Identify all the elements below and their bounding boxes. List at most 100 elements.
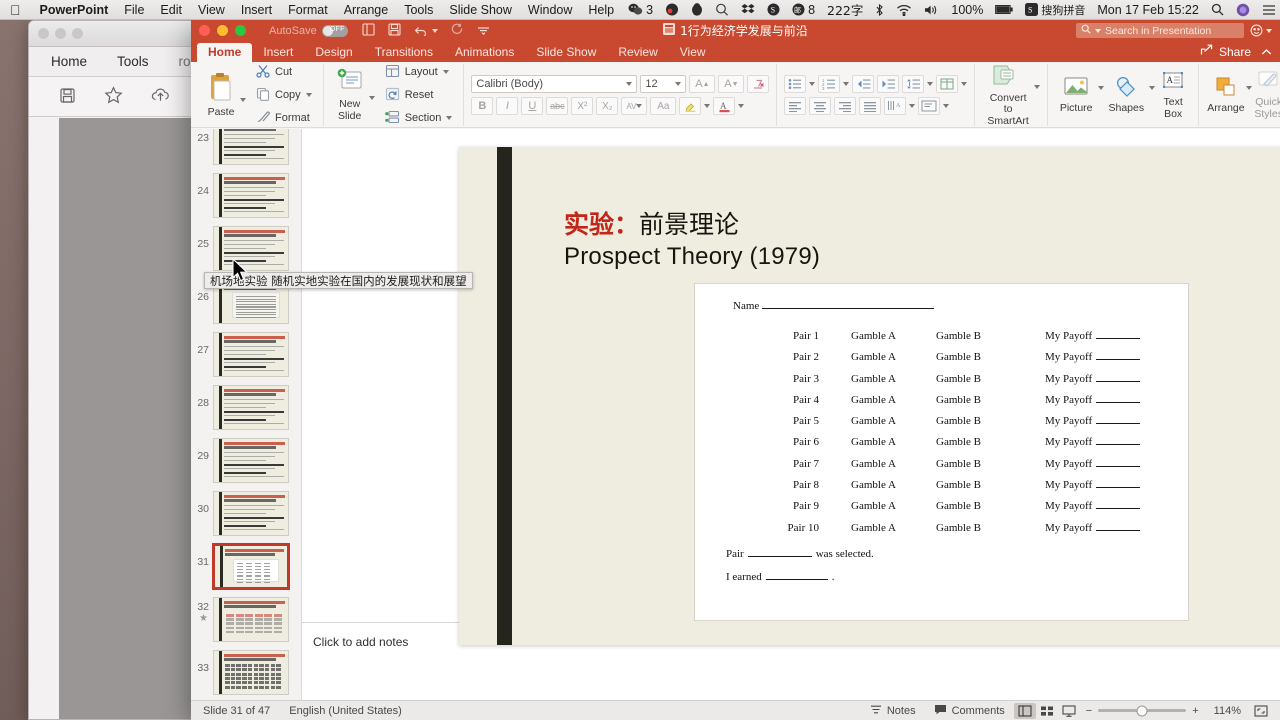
slide-thumbnail-28[interactable]: 28 [191, 381, 301, 434]
highlight-dropdown-caret[interactable] [704, 104, 711, 108]
tab-review[interactable]: Review [607, 43, 668, 62]
recording-icon[interactable] [659, 3, 685, 16]
paste-button[interactable]: Paste [202, 72, 240, 119]
slide-thumbnail-panel[interactable]: 23 24 25 26 27 28 29 30 31 32 ★ 33 [191, 129, 302, 700]
italic-button[interactable]: I [496, 97, 519, 115]
share-button[interactable]: Share [1200, 44, 1272, 62]
redo-icon[interactable] [451, 23, 464, 38]
search-input[interactable]: Search in Presentation [1076, 23, 1244, 38]
zoom-slider[interactable]: − + [1080, 705, 1205, 717]
columns-icon[interactable] [936, 75, 959, 93]
align-text-dropdown-caret[interactable] [943, 104, 950, 108]
align-text-icon[interactable] [918, 97, 941, 115]
apple-icon[interactable]:  [0, 3, 32, 17]
format-painter-button[interactable]: Format [252, 108, 316, 129]
decrease-indent-icon[interactable] [852, 75, 875, 93]
zoom-track[interactable] [1098, 705, 1187, 716]
siri-icon[interactable] [1230, 3, 1256, 17]
text-direction-dropdown-caret[interactable] [909, 104, 916, 108]
font-color-dropdown-caret[interactable] [738, 104, 745, 108]
menu-format[interactable]: Format [280, 3, 336, 17]
bgwin-minimize-button[interactable] [55, 28, 66, 39]
qq-penguin-icon[interactable] [685, 3, 709, 16]
picture-button[interactable]: Picture [1055, 76, 1098, 115]
underline-button[interactable]: U [521, 97, 544, 115]
bgwin-zoom-button[interactable] [72, 28, 83, 39]
bgwin-tab-tools[interactable]: Tools [117, 54, 149, 69]
new-slide-button[interactable]: New Slide [331, 68, 369, 123]
slide-canvas-area[interactable]: 实验：前景理论 Prospect Theory (1979) Name Pair… [302, 129, 1280, 645]
tab-slide-show[interactable]: Slide Show [525, 43, 607, 62]
bgwin-tab-home[interactable]: Home [51, 54, 87, 69]
slide-sorter-view-button[interactable] [1036, 703, 1058, 719]
text-highlight-color-button[interactable] [679, 97, 702, 115]
skype-icon[interactable]: S [761, 3, 786, 16]
font-size-select[interactable]: 12 [640, 75, 687, 93]
section-button[interactable]: Section [381, 108, 457, 129]
font-color-button[interactable]: A [713, 97, 736, 115]
strikethrough-button[interactable]: abc [546, 97, 569, 115]
change-case-button[interactable]: Aa [650, 97, 677, 115]
cut-button[interactable]: Cut [252, 62, 316, 83]
slide-thumbnail-31[interactable]: 31 [191, 540, 301, 593]
zoom-out-button[interactable]: − [1086, 705, 1092, 717]
wechat-icon[interactable]: 3 [622, 3, 659, 17]
customize-toolbar-icon[interactable] [477, 24, 490, 38]
normal-view-button[interactable] [1013, 702, 1036, 719]
menu-view[interactable]: View [190, 3, 233, 17]
slide-thumbnail-24[interactable]: 24 [191, 169, 301, 222]
zoom-in-button[interactable]: + [1192, 705, 1198, 717]
sogou-logo-icon[interactable]: S 搜狗拼音 [1019, 2, 1091, 18]
bluetooth-icon[interactable] [869, 3, 890, 17]
shrink-font-button[interactable]: A ▼ [718, 75, 745, 93]
magnifier-app-icon[interactable] [709, 3, 735, 16]
maximize-button[interactable] [235, 25, 246, 36]
smartart-dropdown-caret[interactable] [1033, 85, 1040, 89]
save-icon[interactable] [59, 87, 76, 107]
new-slide-dropdown-caret[interactable] [368, 96, 375, 100]
bullets-icon[interactable] [784, 75, 807, 93]
layout-button[interactable]: Layout [381, 62, 457, 83]
tab-design[interactable]: Design [304, 43, 363, 62]
shapes-button[interactable]: Shapes [1104, 76, 1150, 115]
menu-help[interactable]: Help [580, 3, 622, 17]
slide-thumbnail-preview[interactable] [213, 332, 289, 377]
numbering-icon[interactable]: 123 [818, 75, 841, 93]
align-right-icon[interactable] [834, 97, 857, 115]
slide-thumbnail-27[interactable]: 27 [191, 328, 301, 381]
save-icon[interactable] [388, 22, 401, 39]
copy-dropdown-caret[interactable] [305, 93, 312, 97]
tab-animations[interactable]: Animations [444, 43, 525, 62]
align-left-icon[interactable] [784, 97, 807, 115]
bold-button[interactable]: B [471, 97, 494, 115]
justify-icon[interactable] [859, 97, 882, 115]
arrange-button[interactable]: Arrange [1206, 76, 1246, 115]
layout-dropdown-caret[interactable] [442, 70, 449, 74]
wifi-icon[interactable] [890, 4, 918, 16]
wordcount-indicator[interactable]: 222字 [821, 0, 869, 19]
slide-thumbnail-preview[interactable] [213, 491, 289, 536]
copy-button[interactable]: Copy [252, 85, 316, 106]
slide-thumbnail-30[interactable]: 30 [191, 487, 301, 540]
quick-styles-button[interactable]: Quick Styles [1252, 70, 1280, 121]
slide-title[interactable]: 实验：前景理论 Prospect Theory (1979) [564, 209, 820, 272]
spotlight-icon[interactable] [1205, 3, 1230, 16]
experiment-form-image[interactable]: Name Pair 1 Gamble A Gamble B My Payoff Pair… [694, 283, 1189, 621]
slide-thumbnail-preview[interactable] [213, 385, 289, 430]
character-spacing-button[interactable]: AV [621, 97, 648, 115]
tab-home[interactable]: Home [197, 43, 253, 62]
slide-thumbnail-32[interactable]: 32 ★ [191, 593, 301, 646]
menu-insert[interactable]: Insert [233, 3, 280, 17]
dropbox-icon[interactable] [735, 3, 761, 16]
clock[interactable]: Mon 17 Feb 15:22 [1091, 3, 1204, 17]
undo-icon[interactable] [414, 25, 438, 36]
bullets-dropdown-caret[interactable] [809, 82, 816, 86]
clear-formatting-icon[interactable] [747, 75, 770, 93]
slide-thumbnail-29[interactable]: 29 [191, 434, 301, 487]
slide-thumbnail-preview[interactable] [213, 129, 289, 165]
menu-arrange[interactable]: Arrange [336, 3, 396, 17]
new-presentation-icon[interactable] [362, 22, 375, 39]
presenter-view-button[interactable] [1058, 703, 1080, 719]
slide-thumbnail-preview[interactable] [213, 650, 289, 695]
reset-button[interactable]: Reset [381, 85, 457, 106]
